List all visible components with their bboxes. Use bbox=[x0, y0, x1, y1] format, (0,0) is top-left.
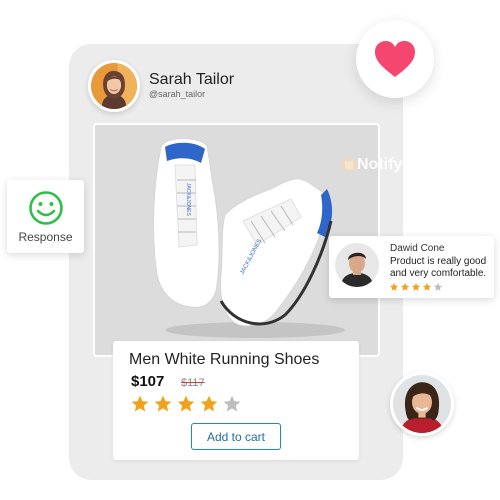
star-empty-icon bbox=[433, 282, 443, 291]
star-icon bbox=[422, 282, 432, 291]
notifyvisitors-logo-icon bbox=[343, 159, 355, 171]
star-empty-icon bbox=[223, 395, 241, 412]
star-icon bbox=[400, 282, 410, 291]
watermark-text: NotifyVisitors bbox=[357, 156, 461, 173]
reviewer-avatar bbox=[335, 243, 379, 287]
star-icon bbox=[131, 395, 149, 412]
product-card: Men White Running Shoes $107 $117 Add to… bbox=[113, 341, 359, 460]
star-icon bbox=[200, 395, 218, 412]
star-icon bbox=[389, 282, 399, 291]
avatar[interactable] bbox=[88, 60, 140, 112]
add-to-cart-button[interactable]: Add to cart bbox=[191, 423, 281, 450]
star-icon bbox=[411, 282, 421, 291]
review-text: Product is really good and very comforta… bbox=[390, 256, 487, 279]
smiley-icon bbox=[29, 191, 63, 225]
star-icon bbox=[177, 395, 195, 412]
product-old-price: $117 bbox=[181, 377, 205, 389]
product-rating bbox=[130, 394, 242, 414]
product-price: $107 bbox=[131, 373, 165, 390]
star-icon bbox=[154, 395, 172, 412]
response-label: Response bbox=[18, 230, 73, 244]
avatar[interactable] bbox=[390, 372, 454, 436]
reviewer-name: Dawid Cone bbox=[390, 243, 445, 254]
user-name[interactable]: Sarah Tailor bbox=[149, 71, 234, 89]
review-card: Dawid Cone Product is really good and ve… bbox=[329, 236, 494, 298]
watermark: NotifyVisitors bbox=[343, 156, 461, 174]
product-title[interactable]: Men White Running Shoes bbox=[129, 351, 319, 369]
response-card[interactable]: Response bbox=[7, 180, 84, 253]
review-rating bbox=[389, 282, 443, 292]
heart-icon bbox=[375, 41, 415, 77]
like-button[interactable] bbox=[356, 20, 434, 98]
svg-text:JACK&JONES: JACK&JONES bbox=[185, 183, 191, 216]
user-handle: @sarah_tailor bbox=[149, 89, 206, 99]
